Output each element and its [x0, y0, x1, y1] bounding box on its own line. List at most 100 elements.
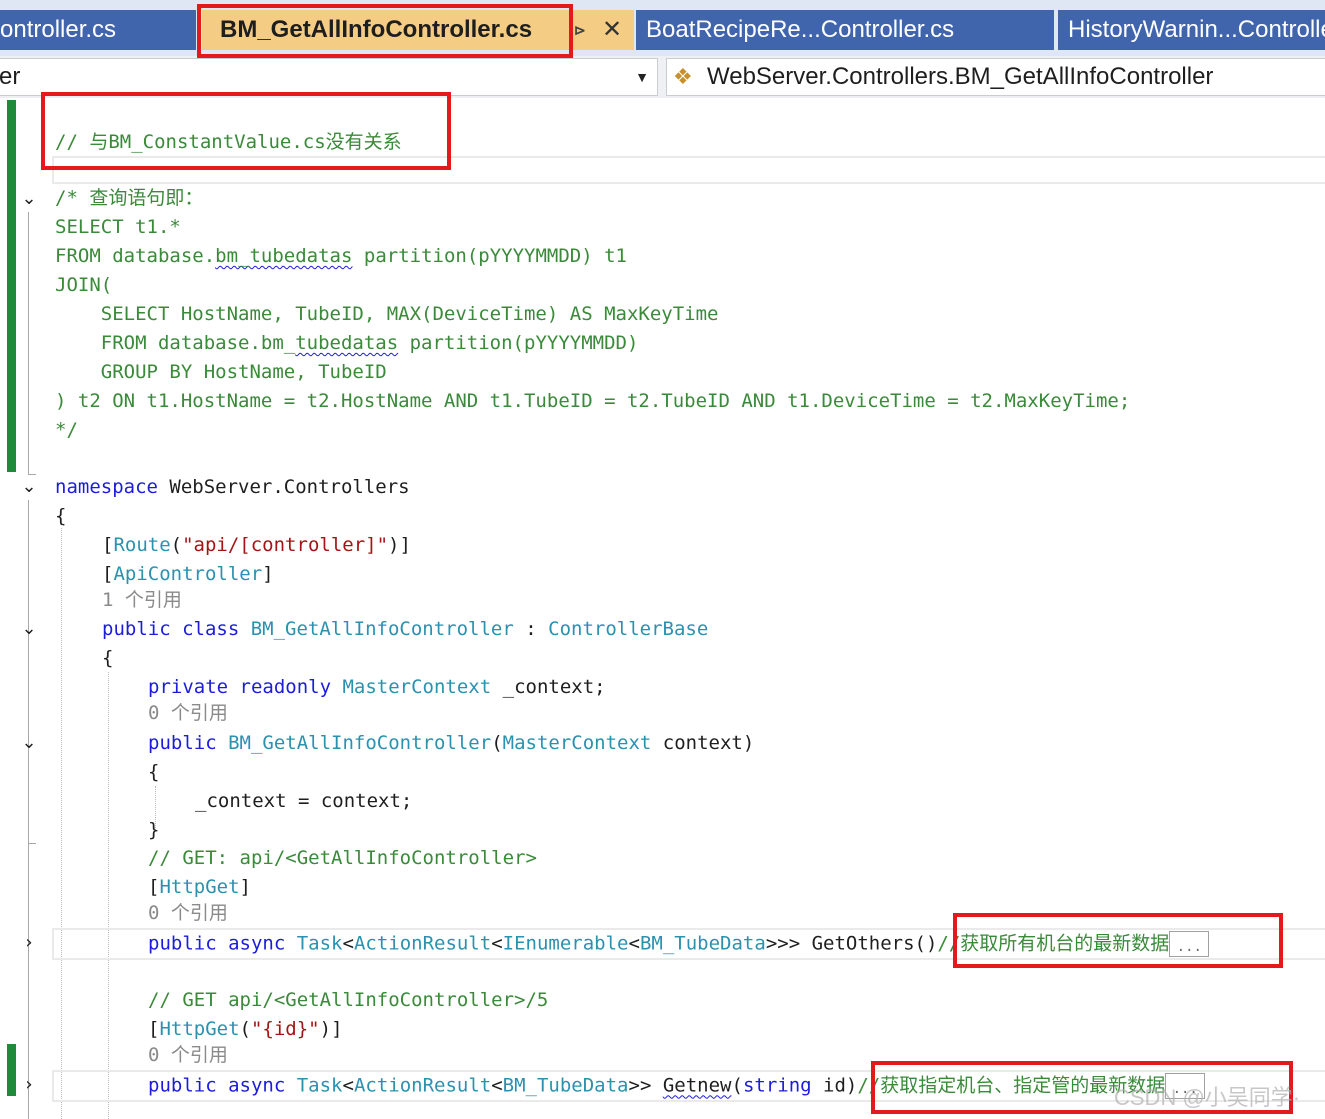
- code-token: ActionResult: [353, 1074, 492, 1097]
- code-token: HttpGet: [159, 1018, 240, 1040]
- code-line: {: [55, 505, 67, 527]
- code-line: SELECT t1.*: [55, 216, 181, 238]
- code-token: <: [491, 932, 503, 955]
- code-line: FROM database.bm_tubedatas partition(pYY…: [55, 244, 627, 268]
- code-token: public async: [148, 1074, 297, 1097]
- code-token: >>>: [765, 932, 812, 955]
- code-token: FROM database.: [55, 245, 216, 267]
- outline-line: [28, 843, 36, 844]
- code-token: HttpGet: [159, 876, 240, 898]
- code-token: (: [731, 1074, 743, 1097]
- change-indicator: [7, 100, 16, 472]
- code-token: namespace: [55, 476, 158, 498]
- code-token: [: [102, 534, 114, 556]
- code-token: context): [651, 732, 755, 754]
- indent-guide: [61, 528, 62, 1119]
- reference-count-link[interactable]: 0 个引用: [148, 1043, 228, 1067]
- code-token: Route: [113, 534, 171, 556]
- code-line: FROM database.bm_tubedatas partition(pYY…: [55, 331, 639, 355]
- code-token: public class: [102, 618, 251, 640]
- code-line: // GET: api/<GetAllInfoController>: [148, 847, 537, 869]
- tab-historywarning[interactable]: HistoryWarnin...Controller.cs: [1058, 10, 1325, 50]
- highlight-box-comment: [41, 92, 451, 170]
- code-line: */: [55, 419, 78, 441]
- code-token: <: [342, 932, 354, 955]
- code-line: [HttpGet("{id}")]: [148, 1017, 343, 1041]
- code-token: )]: [388, 534, 411, 556]
- code-token: <: [491, 1074, 503, 1097]
- collapse-icon[interactable]: ⌄: [18, 476, 40, 498]
- code-token: [: [148, 1018, 160, 1040]
- code-token: partition(pYYYYMMDD) t1: [352, 245, 627, 267]
- code-line: }: [148, 819, 160, 841]
- code-token: FROM database.bm_: [55, 332, 296, 354]
- code-token: string: [742, 1074, 812, 1097]
- project-dropdown-value: er: [0, 63, 21, 90]
- chevron-down-icon: ▼: [635, 69, 649, 85]
- code-token: WebServer.Controllers: [157, 476, 410, 498]
- tab-controller[interactable]: ontroller.cs: [0, 10, 196, 50]
- code-token: )]: [319, 1018, 343, 1040]
- reference-count-link[interactable]: 0 个引用: [148, 901, 228, 925]
- code-token: IEnumerable: [502, 932, 629, 955]
- code-line: private readonly MasterContext _context;: [148, 675, 606, 699]
- code-line: [Route("api/[controller]")]: [102, 533, 411, 557]
- code-line: GROUP BY HostName, TubeID: [55, 361, 387, 383]
- collapse-icon[interactable]: ⌄: [18, 732, 40, 754]
- outline-line: [28, 212, 29, 474]
- highlight-box-tab: [197, 4, 573, 58]
- code-token: ApiController: [113, 563, 263, 585]
- code-line: namespace WebServer.Controllers: [55, 475, 410, 499]
- reference-count-link[interactable]: 0 个引用: [148, 701, 228, 725]
- reference-count-link[interactable]: 1 个引用: [102, 588, 182, 612]
- watermark: CSDN @小吴同学·: [1114, 1085, 1301, 1110]
- code-line: ) t2 ON t1.HostName = t2.HostName AND t1…: [55, 390, 1131, 412]
- code-token: id): [811, 1074, 858, 1097]
- code-line: {: [148, 761, 160, 783]
- change-indicator: [7, 1044, 16, 1096]
- code-token: [: [102, 563, 114, 585]
- code-token: BM_GetAllInfoController: [250, 618, 514, 640]
- close-icon[interactable]: ✕: [602, 10, 622, 50]
- code-token: partition(pYYYYMMDD): [398, 332, 639, 354]
- pin-icon[interactable]: ⊳: [574, 10, 586, 50]
- tab-boatrecipe[interactable]: BoatRecipeRe...Controller.cs: [636, 10, 1054, 50]
- code-token: public async: [148, 932, 297, 955]
- code-token: ]: [262, 563, 274, 585]
- code-token: (): [914, 932, 938, 955]
- class-icon: ❖: [673, 64, 693, 89]
- code-token: BM_TubeData: [502, 1074, 629, 1097]
- code-token: MasterContext: [342, 676, 492, 698]
- code-token: [: [148, 876, 160, 898]
- code-line: {: [102, 647, 114, 669]
- code-token: "{id}": [250, 1018, 320, 1040]
- type-dropdown[interactable]: ❖ WebServer.Controllers.BM_GetAllInfoCon…: [666, 58, 1325, 96]
- project-dropdown[interactable]: er ▼: [0, 58, 658, 96]
- code-line: public class BM_GetAllInfoController : C…: [102, 617, 708, 641]
- collapse-icon[interactable]: ⌄: [18, 618, 40, 640]
- code-token: ControllerBase: [548, 618, 709, 640]
- expand-icon[interactable]: ›: [18, 932, 40, 954]
- code-token: Task: [296, 1074, 343, 1097]
- code-token: tubedatas: [295, 332, 399, 354]
- code-line: [HttpGet]: [148, 875, 251, 899]
- code-token: MasterContext: [502, 732, 652, 754]
- indent-guide: [108, 672, 109, 1119]
- code-line: /* 查询语句即：: [55, 187, 204, 209]
- code-token: (: [170, 534, 183, 556]
- code-token: :: [513, 618, 549, 640]
- outline-line: [28, 500, 29, 1119]
- code-token: BM_TubeData: [639, 932, 766, 955]
- code-token: (: [239, 1018, 251, 1040]
- code-line: SELECT HostName, TubeID, MAX(DeviceTime)…: [55, 303, 719, 325]
- code-token: public: [148, 732, 229, 754]
- highlight-box-getothers: [953, 913, 1283, 968]
- type-dropdown-value: WebServer.Controllers.BM_GetAllInfoContr…: [707, 63, 1214, 90]
- code-token: <: [628, 932, 640, 955]
- collapse-icon[interactable]: ⌄: [18, 188, 40, 210]
- code-token: "api/[controller]": [182, 534, 389, 556]
- code-token: Task: [296, 932, 343, 955]
- expand-icon[interactable]: ›: [18, 1074, 40, 1096]
- code-token: BM_GetAllInfoController: [228, 732, 492, 754]
- code-token: bm_tubedatas: [215, 245, 353, 267]
